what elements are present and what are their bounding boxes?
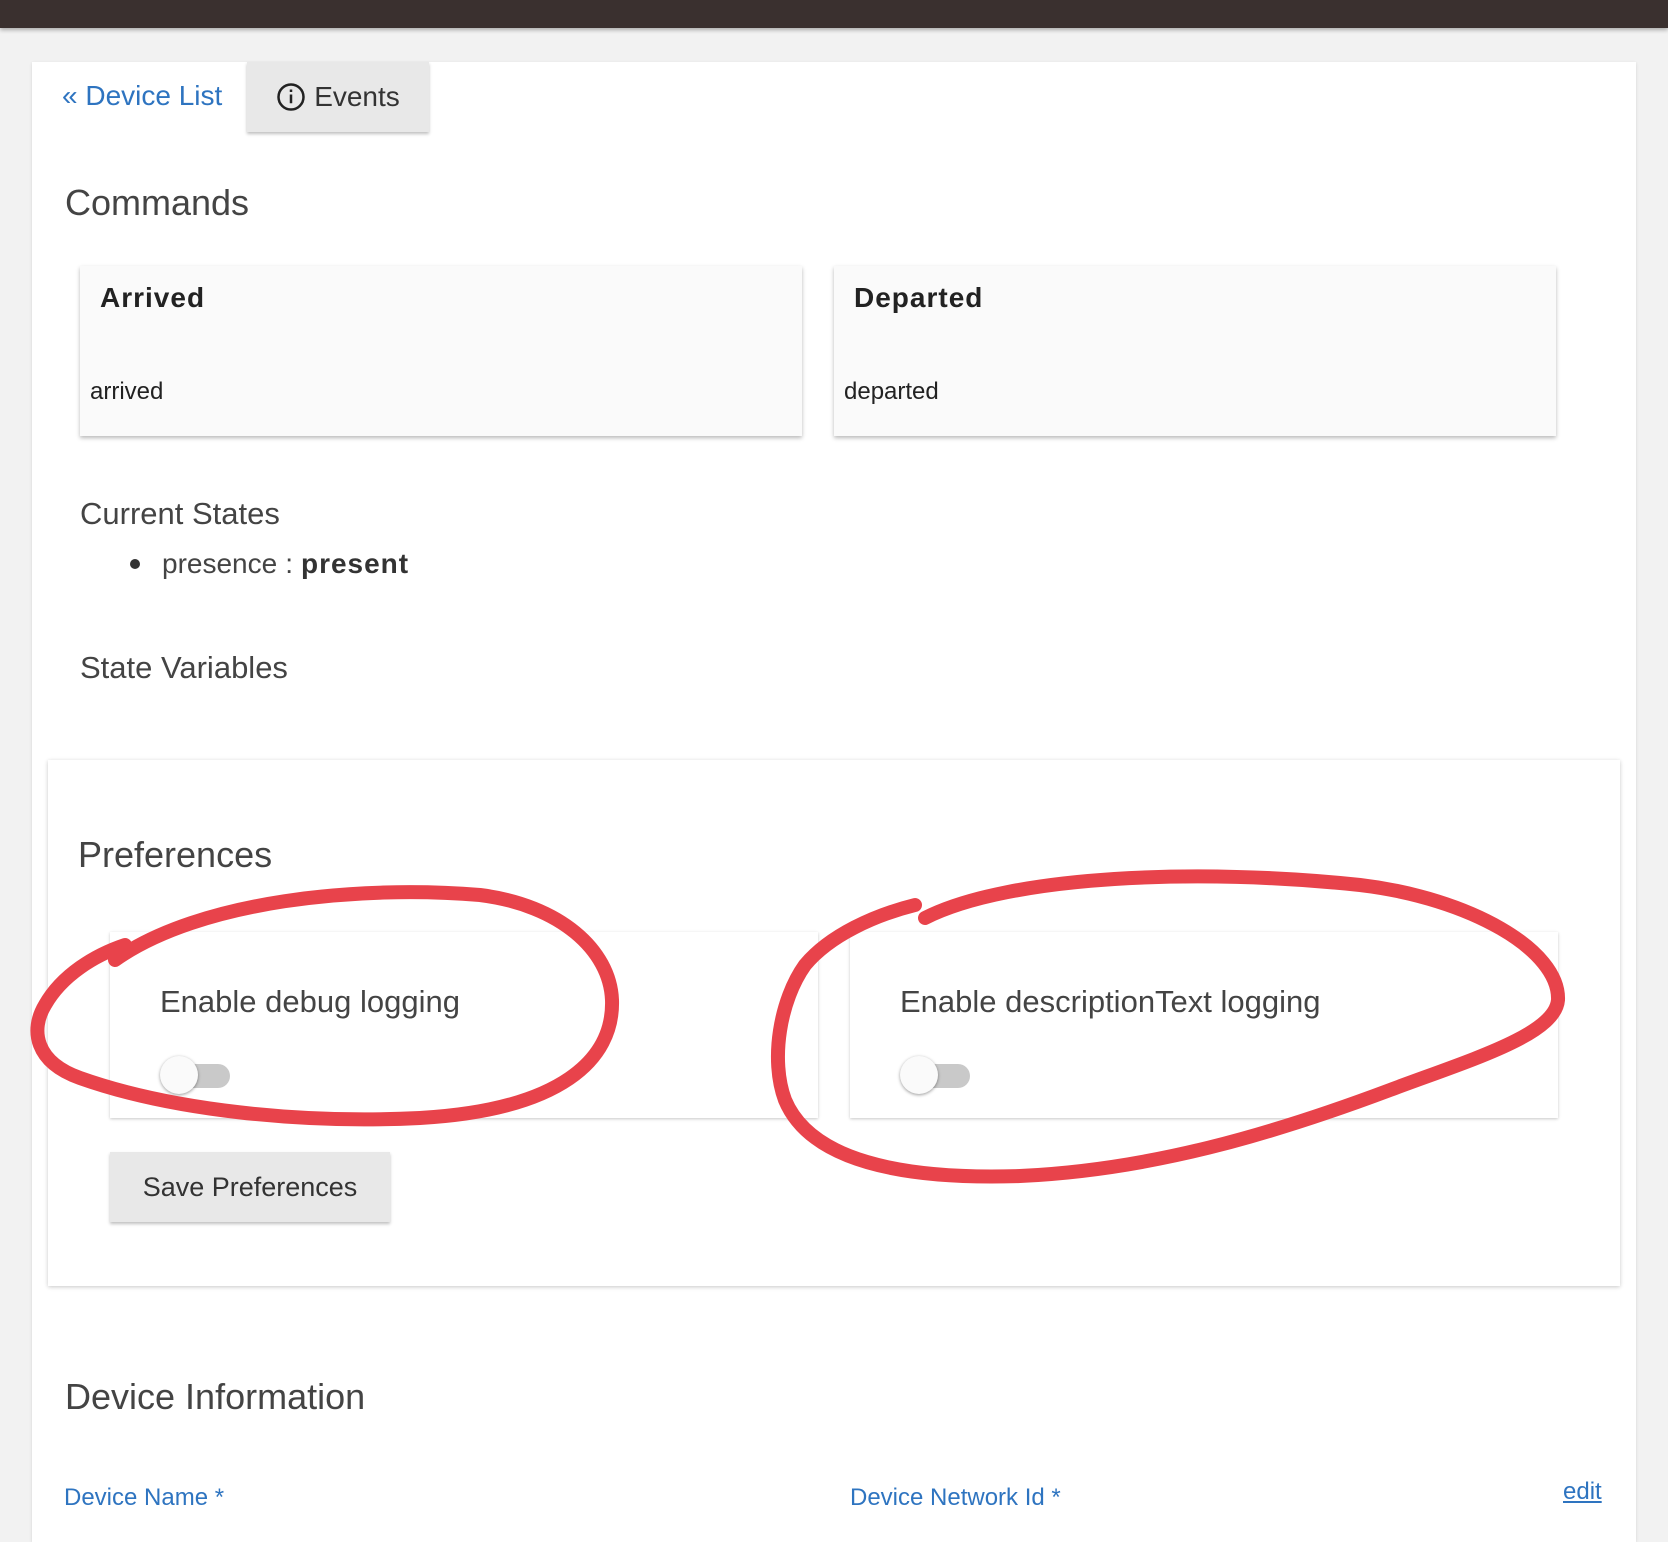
state-variables-title: State Variables [80,650,288,685]
state-name: presence [162,548,278,579]
save-preferences-button[interactable]: Save Preferences [110,1152,390,1222]
command-title: Arrived [100,282,206,313]
edit-link[interactable]: edit [1563,1478,1602,1506]
state-separator: : [285,548,293,579]
device-network-id-label: Device Network Id * [850,1484,1061,1511]
command-title: Departed [854,282,984,313]
state-value: present [300,548,410,579]
command-name: arrived [90,378,164,405]
events-button[interactable]: Events [247,62,429,132]
preference-label: Enable descriptionText logging [900,984,1321,1019]
toggle-thumb [160,1056,198,1094]
preferences-title: Preferences [78,834,273,875]
commands-title: Commands [65,182,250,223]
bullet-icon [130,559,140,569]
device-information-title: Device Information [65,1376,366,1417]
info-circle-icon [277,83,305,111]
top-bar [0,0,1668,28]
description-text-logging-toggle[interactable] [900,1056,974,1094]
preference-description-text-logging: Enable descriptionText logging [850,932,1558,1118]
command-card-departed[interactable]: Departed departed [834,266,1556,436]
debug-logging-toggle[interactable] [160,1056,234,1094]
current-states-title: Current States [80,496,280,531]
preference-debug-logging: Enable debug logging [110,932,818,1118]
device-name-label: Device Name * [64,1484,225,1511]
preference-label: Enable debug logging [160,984,460,1019]
state-item: presence : present [130,548,409,580]
toggle-thumb [900,1056,938,1094]
command-name: departed [844,378,939,405]
events-button-label: Events [314,81,400,112]
current-states-list: presence : present [130,548,409,580]
command-card-arrived[interactable]: Arrived arrived [80,266,802,436]
device-list-link[interactable]: « Device List [62,80,222,112]
